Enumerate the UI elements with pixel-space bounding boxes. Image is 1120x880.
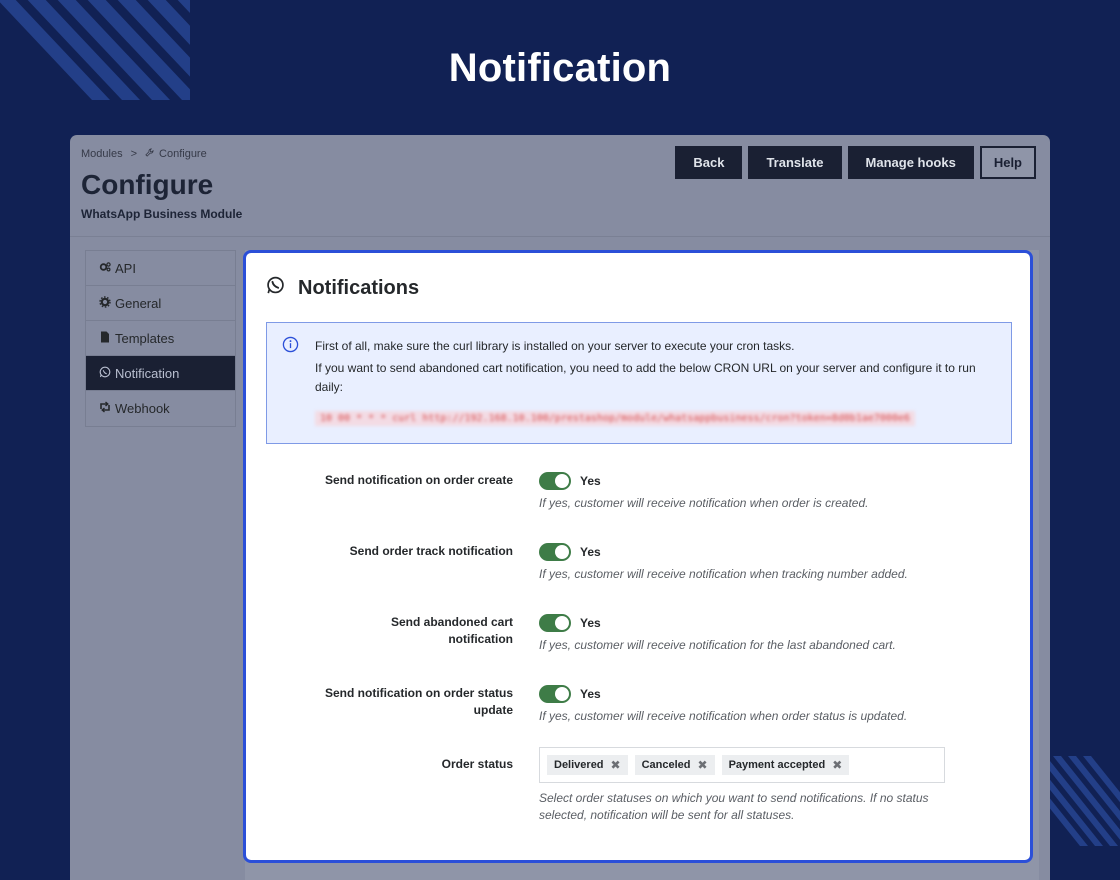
status-update-toggle[interactable] — [539, 685, 571, 703]
remove-chip-icon[interactable]: ✖ — [832, 758, 842, 772]
config-tabs: API General Templates Notification Webho… — [85, 250, 236, 427]
cogs-icon — [99, 261, 111, 276]
hero-title: Notification — [448, 46, 672, 90]
decorative-stripes-bottom-right — [1048, 756, 1120, 846]
toggle-control: Yes — [539, 685, 601, 703]
manage-hooks-button[interactable]: Manage hooks — [847, 146, 974, 179]
cog-icon — [99, 295, 111, 311]
alert-text: First of all, make sure the curl library… — [315, 337, 995, 397]
field-label: Send order track notification — [349, 544, 513, 558]
chip-label: Delivered — [554, 759, 604, 771]
order-create-toggle[interactable] — [539, 472, 571, 490]
toggle-value: Yes — [580, 474, 601, 488]
field-help: If yes, customer will receive notificati… — [539, 567, 908, 581]
help-button[interactable]: Help — [979, 146, 1036, 179]
tab-label: Templates — [115, 330, 175, 346]
field-label: Send notification on order create — [324, 473, 513, 487]
status-chip: Payment accepted ✖ — [721, 755, 850, 775]
cron-url-code[interactable]: 10 00 * * * curl http://192.168.10.100/p… — [315, 411, 916, 426]
page-subtitle: WhatsApp Business Module — [81, 207, 243, 221]
tab-templates[interactable]: Templates — [86, 321, 235, 356]
toggle-control: Yes — [539, 614, 601, 632]
header-divider — [70, 236, 1050, 237]
info-alert: First of all, make sure the curl library… — [266, 322, 1012, 444]
field-help: Select order statuses on which you want … — [539, 791, 929, 822]
alert-line-cron: If you want to send abandoned cart notif… — [315, 361, 976, 394]
toggle-knob — [555, 545, 569, 559]
tab-label: General — [115, 295, 162, 311]
tab-label: Notification — [115, 365, 180, 381]
breadcrumb-separator: > — [130, 148, 138, 160]
page-header: Modules > Configure Configure WhatsApp B… — [70, 135, 1050, 237]
toggle-value: Yes — [580, 687, 601, 701]
field-help: If yes, customer will receive notificati… — [539, 709, 908, 723]
whatsapp-icon — [99, 366, 111, 381]
tab-label: Webhook — [115, 401, 170, 416]
notifications-panel: Notifications First of all, make sure th… — [243, 250, 1033, 863]
panel-title: Notifications — [266, 276, 419, 301]
file-icon — [99, 331, 111, 346]
order-track-toggle[interactable] — [539, 543, 571, 561]
field-label: Order status — [441, 757, 513, 771]
chip-label: Canceled — [641, 759, 691, 771]
tab-notification[interactable]: Notification — [86, 356, 235, 391]
field-help: If yes, customer will receive notificati… — [539, 496, 869, 510]
breadcrumb-modules-link[interactable]: Modules — [81, 148, 123, 160]
toggle-knob — [555, 687, 569, 701]
remove-chip-icon[interactable]: ✖ — [611, 758, 621, 772]
retweet-icon — [99, 401, 111, 416]
abandoned-cart-toggle[interactable] — [539, 614, 571, 632]
wrench-icon — [145, 148, 154, 160]
order-status-select[interactable]: Delivered ✖ Canceled ✖ Payment accepted … — [539, 747, 945, 783]
tab-general[interactable]: General — [86, 286, 235, 321]
toggle-value: Yes — [580, 545, 601, 559]
breadcrumb-current: Configure — [159, 148, 207, 160]
tab-label: API — [115, 260, 136, 276]
toggle-knob — [555, 474, 569, 488]
toggle-control: Yes — [539, 472, 601, 490]
toolbar: Back Translate Manage hooks Help — [675, 146, 1036, 179]
toggle-knob — [555, 616, 569, 630]
field-help: If yes, customer will receive notificati… — [539, 638, 896, 652]
status-chip: Canceled ✖ — [634, 755, 715, 775]
field-label: Send abandoned cart notification — [390, 615, 513, 646]
field-label: Send notification on order status update — [324, 686, 513, 717]
translate-button[interactable]: Translate — [748, 146, 842, 179]
breadcrumb: Modules > Configure — [81, 148, 207, 160]
page-title: Configure — [81, 169, 214, 200]
back-button[interactable]: Back — [675, 146, 743, 179]
tab-webhook[interactable]: Webhook — [86, 391, 235, 426]
whatsapp-icon — [266, 276, 285, 301]
chip-label: Payment accepted — [728, 759, 826, 771]
toggle-control: Yes — [539, 543, 601, 561]
panel-title-text: Notifications — [298, 277, 420, 299]
info-icon — [282, 336, 299, 358]
status-chip: Delivered ✖ — [547, 755, 628, 775]
remove-chip-icon[interactable]: ✖ — [698, 758, 708, 772]
tab-api[interactable]: API — [86, 251, 235, 286]
toggle-value: Yes — [580, 616, 601, 630]
alert-line-curl: First of all, make sure the curl library… — [315, 339, 795, 353]
